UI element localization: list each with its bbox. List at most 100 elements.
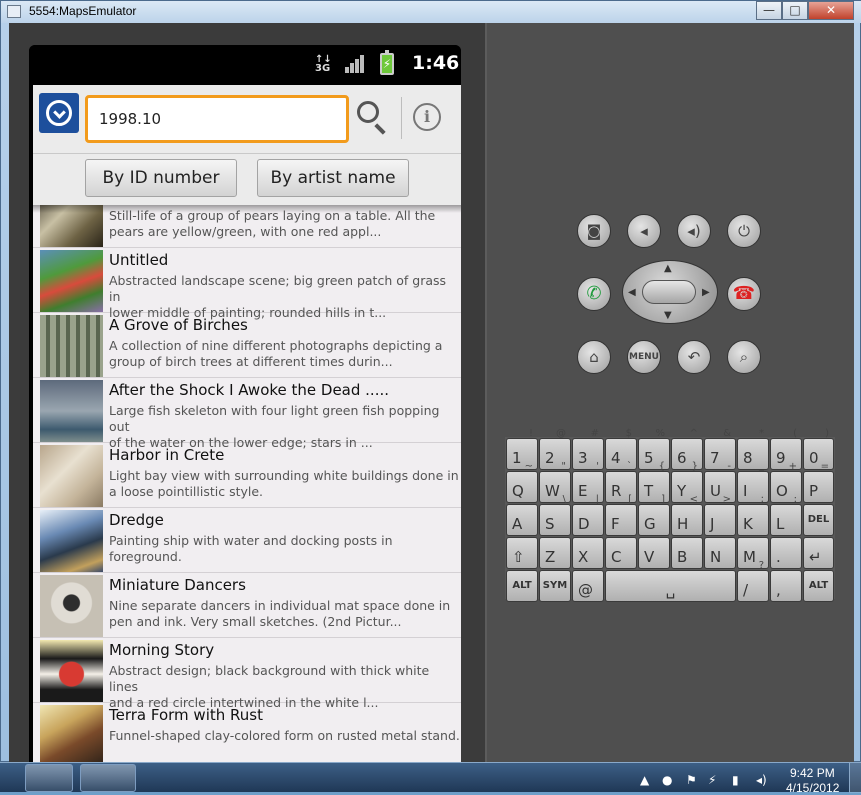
power-icon[interactable]: ⏻: [727, 214, 761, 248]
key[interactable]: Q ~: [506, 461, 538, 503]
key[interactable]: 7 &: [704, 428, 736, 470]
tray-volume-icon[interactable]: ◂): [756, 773, 767, 787]
key[interactable]: L:: [770, 494, 802, 536]
show-desktop-button[interactable]: [849, 763, 861, 793]
enter-key[interactable]: ↵: [803, 537, 834, 569]
key[interactable]: 5%: [638, 428, 670, 470]
dpad-left-icon[interactable]: ◀: [628, 287, 636, 298]
tray-time[interactable]: 9:42 PM: [790, 766, 835, 780]
key[interactable]: /?: [737, 560, 769, 602]
end-call-icon[interactable]: ☎: [727, 277, 761, 311]
key[interactable]: ,: [770, 570, 802, 602]
list-item[interactable]: Harbor in Crete Light bay view with surr…: [33, 443, 461, 508]
sym-key[interactable]: SYM: [539, 570, 571, 602]
volume-down-icon[interactable]: ◂: [627, 214, 661, 248]
taskbar-emulator-button[interactable]: [25, 764, 73, 792]
call-icon[interactable]: ✆: [577, 277, 611, 311]
tray-arrow-icon[interactable]: ▲: [640, 773, 649, 787]
key[interactable]: S \: [539, 494, 571, 536]
search-input[interactable]: [85, 95, 349, 143]
taskbar-paint-button[interactable]: [80, 764, 136, 792]
key[interactable]: G]: [638, 494, 670, 536]
status-bar: ↑↓3G 1:46: [29, 45, 461, 83]
menu-button[interactable]: MENU: [627, 340, 661, 374]
key[interactable]: 4 $: [605, 428, 637, 470]
artwork-description: Funnel-shaped clay-colored form on ruste…: [109, 728, 460, 743]
delete-key[interactable]: DEL: [803, 504, 834, 536]
key[interactable]: C: [605, 537, 637, 569]
key[interactable]: B: [671, 537, 703, 569]
key[interactable]: E ': [572, 461, 604, 503]
back-icon[interactable]: ↶: [677, 340, 711, 374]
tray-flag-icon[interactable]: ⚑: [686, 773, 697, 787]
dpad-down-icon[interactable]: ▼: [664, 310, 672, 321]
key[interactable]: D |: [572, 494, 604, 536]
key[interactable]: V: [638, 537, 670, 569]
list-item[interactable]: Dredge Painting ship with water and dock…: [33, 508, 461, 573]
search-hw-icon[interactable]: ⌕: [727, 340, 761, 374]
key[interactable]: N: [704, 537, 736, 569]
tray-power-icon[interactable]: ⚡: [708, 773, 716, 787]
key[interactable]: .: [770, 537, 802, 569]
key[interactable]: U-: [704, 461, 736, 503]
key[interactable]: 1!: [506, 428, 538, 470]
artwork-title: Miniature Dancers: [109, 576, 246, 594]
taskbar: ▲ ● ⚑ ⚡ ▮ ◂) 9:42 PM 4/15/2012: [0, 762, 861, 795]
home-icon[interactable]: ⌂: [577, 340, 611, 374]
alt-key-left[interactable]: ALT: [506, 570, 538, 602]
tray-date[interactable]: 4/15/2012: [786, 781, 839, 795]
key[interactable]: M: [737, 537, 769, 569]
title-bar[interactable]: 5554:MapsEmulator — □ ✕: [1, 1, 861, 23]
chevron-icon: [53, 106, 66, 119]
list-item[interactable]: Terra Form with Rust Funnel-shaped clay-…: [33, 703, 461, 763]
list-item[interactable]: Miniature Dancers Nine separate dancers …: [33, 573, 461, 638]
info-icon[interactable]: i: [413, 103, 441, 131]
key[interactable]: R `: [605, 461, 637, 503]
key[interactable]: 9(: [770, 428, 802, 470]
key[interactable]: @: [572, 570, 604, 602]
space-key[interactable]: ␣: [605, 570, 736, 602]
maximize-button[interactable]: □: [782, 1, 808, 20]
key[interactable]: T{: [638, 461, 670, 503]
by-id-number-button[interactable]: By ID number: [85, 159, 237, 197]
camera-icon[interactable]: ◙: [577, 214, 611, 248]
minimize-button[interactable]: —: [756, 1, 782, 20]
key[interactable]: P =: [803, 461, 834, 503]
artwork-thumbnail: [40, 445, 103, 507]
key[interactable]: F[: [605, 494, 637, 536]
shift-key[interactable]: ⇧: [506, 537, 538, 569]
key[interactable]: Z: [539, 537, 571, 569]
key[interactable]: 8 *: [737, 428, 769, 470]
results-list[interactable]: Still-life of a group of pears laying on…: [33, 205, 461, 763]
close-button[interactable]: ✕: [808, 1, 854, 20]
key[interactable]: O +: [770, 461, 802, 503]
key[interactable]: 3 #: [572, 428, 604, 470]
key[interactable]: H <: [671, 494, 703, 536]
key[interactable]: W ": [539, 461, 571, 503]
key[interactable]: K;: [737, 494, 769, 536]
key[interactable]: A: [506, 504, 538, 536]
by-artist-name-button[interactable]: By artist name: [257, 159, 409, 197]
list-item[interactable]: After the Shock I Awoke the Dead ..... L…: [33, 378, 461, 450]
key[interactable]: J >: [704, 494, 736, 536]
key[interactable]: 0): [803, 428, 834, 470]
dpad-center-button[interactable]: [642, 280, 696, 304]
key[interactable]: I _: [737, 461, 769, 503]
emulator-controls-panel: [485, 23, 854, 763]
list-item[interactable]: Untitled Abstracted landscape scene; big…: [33, 248, 461, 320]
search-icon[interactable]: [355, 99, 391, 135]
dpad-right-icon[interactable]: ▶: [702, 287, 710, 298]
key[interactable]: 2 @: [539, 428, 571, 470]
key[interactable]: X: [572, 537, 604, 569]
tray-bluetooth-icon[interactable]: ●: [662, 773, 672, 787]
list-item[interactable]: A Grove of Birches A collection of nine …: [33, 313, 461, 378]
dpad-up-icon[interactable]: ▲: [664, 263, 672, 274]
key[interactable]: Y}: [671, 461, 703, 503]
key[interactable]: 6 ^: [671, 428, 703, 470]
alt-key-right[interactable]: ALT: [803, 570, 834, 602]
list-item[interactable]: Morning Story Abstract design; black bac…: [33, 638, 461, 710]
network-3g-icon: ↑↓ 3G: [315, 54, 332, 74]
tray-network-icon[interactable]: ▮: [732, 773, 739, 787]
volume-up-icon[interactable]: ◂): [677, 214, 711, 248]
search-header: i By ID number By artist name: [33, 85, 461, 205]
